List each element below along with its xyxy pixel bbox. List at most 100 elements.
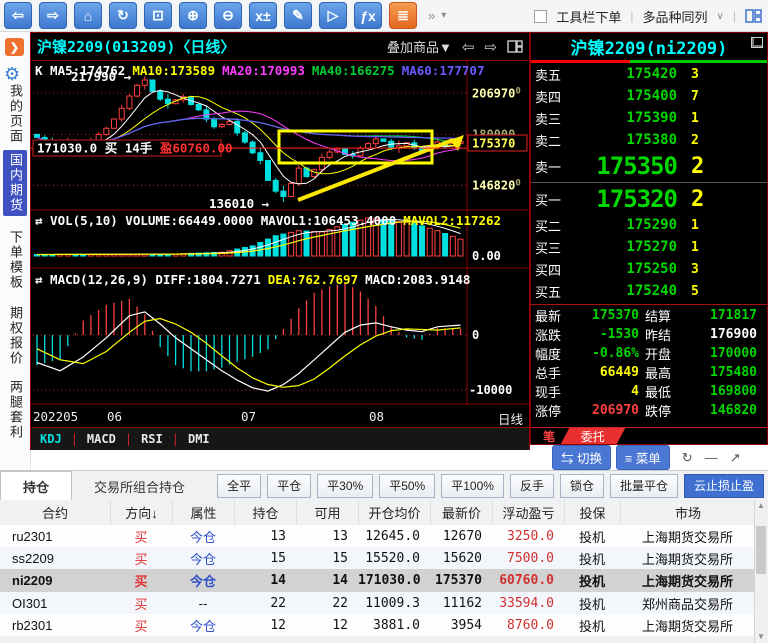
level-price: 175290 [581, 217, 677, 233]
chart-forward-icon[interactable]: ⇨ [484, 38, 497, 56]
bid-row[interactable]: 买五1752405 [531, 280, 767, 302]
table-scrollbar[interactable]: ▲ ▼ [754, 500, 768, 643]
position-row-rb2301[interactable]: rb2301买今仓12123881.039548760.0投机上海期货交易所 [0, 614, 755, 636]
stat-value: 146820 [683, 403, 763, 418]
stat-label: 开盘 [645, 344, 683, 363]
indicator-tab-dmi[interactable]: DMI [179, 432, 219, 446]
forward-icon[interactable]: ⇨ [39, 2, 67, 29]
sidebar-expand-button[interactable]: ❯ [5, 38, 24, 56]
column-header[interactable]: 浮动盈亏 [492, 500, 564, 525]
cell: ni2209 [0, 573, 110, 588]
home-icon[interactable]: ⌂ [74, 2, 102, 29]
action-button[interactable]: 锁仓 [560, 474, 604, 498]
position-row-ss2209[interactable]: ss2209买今仓151515520.0156207500.0投机上海期货交易所 [0, 547, 755, 569]
column-header[interactable]: 方向↓ [110, 500, 172, 525]
indicator-tab-kdj[interactable]: KDJ [31, 432, 71, 446]
action-button[interactable]: 平50% [379, 474, 435, 498]
level-qty: 2 [677, 133, 763, 148]
position-row-ni2209[interactable]: ni2209买今仓1414171030.017537060760.0投机上海期货… [0, 569, 755, 592]
level-price: 175420 [581, 66, 677, 82]
level-price: 175240 [581, 283, 677, 299]
list-icon[interactable]: ≣ [389, 2, 417, 29]
cell: 12 [234, 618, 296, 633]
action-button[interactable]: 平30% [317, 474, 373, 498]
bid-levels: 买二1752901买三1752701买四1752503买五1752405 [531, 214, 767, 302]
tab-orders[interactable]: 委托 [561, 428, 626, 444]
action-button[interactable]: 全平 [217, 474, 261, 498]
ask-row[interactable]: 卖三1753901 [531, 107, 767, 129]
column-header[interactable]: 投保 [564, 500, 620, 525]
position-row-ru2301[interactable]: ru2301买今仓131312645.0126703250.0投机上海期货交易所 [0, 525, 755, 547]
sidebar-item-5[interactable]: 两腿套利 [3, 380, 27, 440]
sidebar-item-4[interactable]: 期权报价 [3, 306, 27, 366]
sidebar-item-3[interactable]: 下单模板 [3, 230, 27, 290]
column-header[interactable]: 持仓 [234, 500, 296, 525]
action-button[interactable]: 平仓 [267, 474, 311, 498]
bid-row[interactable]: 买二1752901 [531, 214, 767, 236]
column-header[interactable]: 合约 [0, 500, 110, 525]
indicator-tab-rsi[interactable]: RSI [132, 432, 172, 446]
zoom-out-icon[interactable]: ⊖ [214, 2, 242, 29]
pencil-icon[interactable]: ✎ [284, 2, 312, 29]
column-header[interactable]: 开仓均价 [358, 500, 430, 525]
scrollbar-thumb[interactable] [756, 526, 766, 574]
flag-icon[interactable]: ▷ [319, 2, 347, 29]
column-header[interactable]: 市场 [620, 500, 755, 525]
menu-button[interactable]: ≡ 菜单 [616, 445, 670, 470]
positions-tab-2[interactable]: 交易所组合持仓 [72, 472, 207, 500]
ask1-row[interactable]: 卖一 175350 2 [531, 151, 767, 181]
overlay-commodity-button[interactable]: 叠加商品▼ [387, 37, 452, 56]
bid-row[interactable]: 买四1752503 [531, 258, 767, 280]
column-header[interactable]: 最新价 [430, 500, 492, 525]
chart-back-icon[interactable]: ⇦ [462, 38, 475, 56]
gear-icon[interactable]: ⚙ [4, 64, 20, 85]
scroll-down-icon[interactable]: ▼ [755, 631, 767, 643]
cell: 今仓 [172, 549, 234, 568]
column-header[interactable]: 可用 [296, 500, 358, 525]
toolbar-icon-group: ⇦ ⇨ ⌂ ↻ ⊡ ⊕ ⊖ x± ✎ ▷ ƒx ≣ [4, 2, 424, 29]
cell: 投机 [564, 594, 620, 613]
chart-layout-icon[interactable] [507, 40, 523, 53]
layout-grid-icon[interactable] [745, 9, 762, 23]
ask-row[interactable]: 卖二1753802 [531, 129, 767, 151]
positions-table-body: ru2301买今仓131312645.0126703250.0投机上海期货交易所… [0, 525, 755, 643]
minimize-icon[interactable]: — [705, 450, 718, 465]
position-action-buttons: 全平平仓平30%平50%平100%反手锁仓批量平仓云止损止盈 [217, 474, 768, 498]
kline-chart[interactable]: 171030.0 买 14手 盈60760.00217990 →136010 →… [31, 60, 529, 405]
expand-icon[interactable]: ↗ [730, 450, 741, 466]
multi-symbol-mode-select[interactable]: 多品种同列 [643, 7, 708, 26]
column-header[interactable]: 属性 [172, 500, 234, 525]
cell: 12 [296, 618, 358, 633]
indicator-tab-macd[interactable]: MACD [78, 432, 125, 446]
ask-row[interactable]: 卖四1754007 [531, 85, 767, 107]
refresh-icon[interactable]: ↻ [682, 450, 693, 466]
back-icon[interactable]: ⇦ [4, 2, 32, 29]
action-button[interactable]: 批量平仓 [610, 474, 678, 498]
toolbar-order-checkbox[interactable] [534, 10, 547, 23]
switch-button[interactable]: ⇆ 切换 [552, 445, 611, 470]
bid1-row[interactable]: 买一 175320 2 [531, 184, 767, 214]
refresh-icon[interactable]: ↻ [109, 2, 137, 29]
stat-label: 最新 [535, 306, 569, 325]
cell: 11162 [430, 596, 492, 611]
cell: 郑州商品交易所 [620, 594, 755, 613]
formula-icon[interactable]: x± [249, 2, 277, 29]
chevron-down-icon[interactable]: ∨ [717, 11, 724, 22]
action-button[interactable]: 云止损止盈 [684, 474, 764, 498]
sidebar-item-1[interactable]: 我的页面 [3, 84, 27, 144]
ask-row[interactable]: 卖五1754203 [531, 63, 767, 85]
sidebar-item-2[interactable]: 国内期货 [3, 150, 27, 216]
toolbar-overflow-icon[interactable]: » [428, 8, 435, 23]
toolbar-dropdown-caret-icon[interactable]: ▾ [441, 10, 446, 21]
action-button[interactable]: 反手 [510, 474, 554, 498]
bid-row[interactable]: 买三1752701 [531, 236, 767, 258]
panel-window-icon[interactable] [751, 37, 763, 48]
chart-symbol-title: 沪镍2209(013209)〈日线〉 [37, 36, 235, 57]
scroll-up-icon[interactable]: ▲ [755, 500, 767, 512]
positions-tab-1[interactable]: 持仓 [0, 471, 72, 500]
position-row-OI301[interactable]: OI301买--222211009.31116233594.0投机郑州商品交易所 [0, 592, 755, 614]
zoom-in-icon[interactable]: ⊕ [179, 2, 207, 29]
crop-icon[interactable]: ⊡ [144, 2, 172, 29]
fx-icon[interactable]: ƒx [354, 2, 382, 29]
action-button[interactable]: 平100% [441, 474, 504, 498]
